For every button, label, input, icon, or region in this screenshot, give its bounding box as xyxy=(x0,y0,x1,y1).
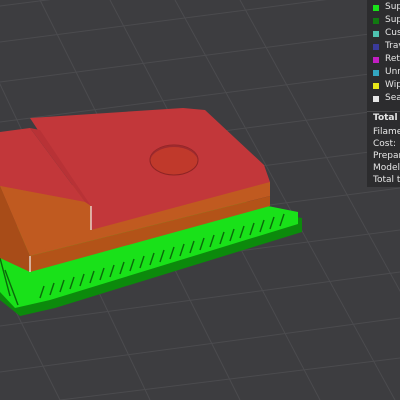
legend-swatch xyxy=(373,18,379,24)
legend-swatch xyxy=(373,70,379,76)
legend-label: Retr xyxy=(385,54,400,64)
legend-label: Wip xyxy=(385,80,400,90)
scene-canvas xyxy=(0,0,400,400)
legend-label: Unre xyxy=(385,67,400,77)
legend-label: Cust xyxy=(385,28,400,38)
summary-row-cost: Cost: xyxy=(373,139,397,149)
summary-title: Total e xyxy=(373,113,400,123)
summary-row-total-time: Total ti xyxy=(373,175,400,185)
legend-label: Sea xyxy=(385,93,400,103)
legend-swatch xyxy=(373,31,379,37)
legend-swatch xyxy=(373,96,379,102)
legend-panel: Sup Sup Cust Trav Retr Unre Wip Sea Tota… xyxy=(367,0,400,187)
legend-label: Trav xyxy=(385,41,400,51)
legend-swatch xyxy=(373,83,379,89)
summary-row-model: Model xyxy=(373,163,400,173)
legend-label: Sup xyxy=(385,15,400,25)
legend-swatch xyxy=(373,57,379,63)
legend-swatch xyxy=(373,5,379,11)
summary-row-filament: Filamer xyxy=(373,127,400,137)
legend-swatch xyxy=(373,44,379,50)
summary-row-prepare: Prepare xyxy=(373,151,400,161)
3d-viewport[interactable] xyxy=(0,0,400,400)
legend-label: Sup xyxy=(385,2,400,12)
